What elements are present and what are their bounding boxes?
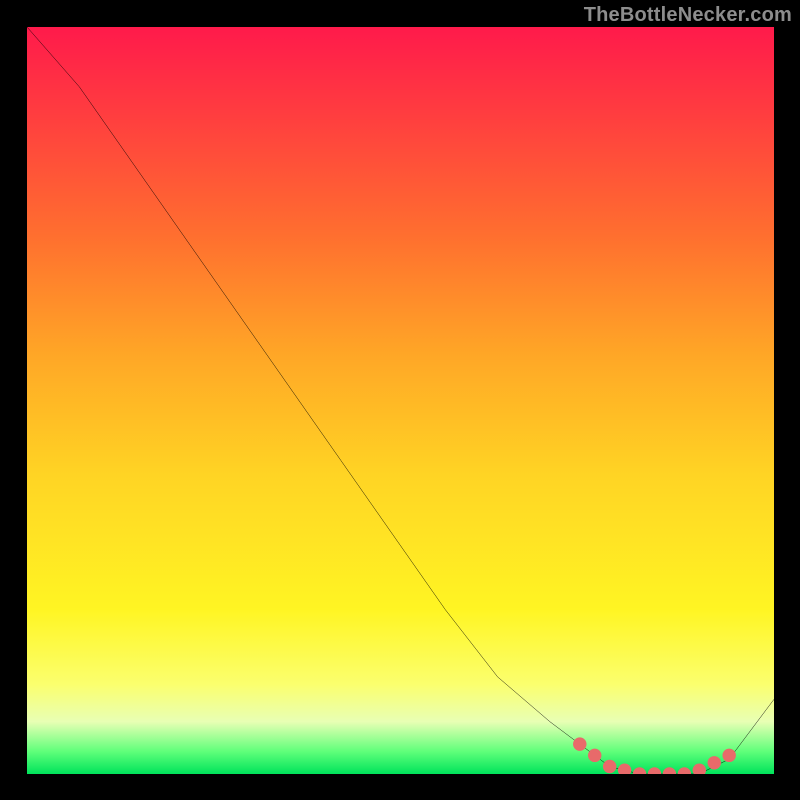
valley-markers	[573, 737, 736, 774]
line-curve	[27, 27, 774, 774]
watermark-text: TheBottleNecker.com	[584, 4, 792, 27]
chart-stage: TheBottleNecker.com	[0, 0, 800, 800]
chart-svg	[27, 27, 774, 774]
